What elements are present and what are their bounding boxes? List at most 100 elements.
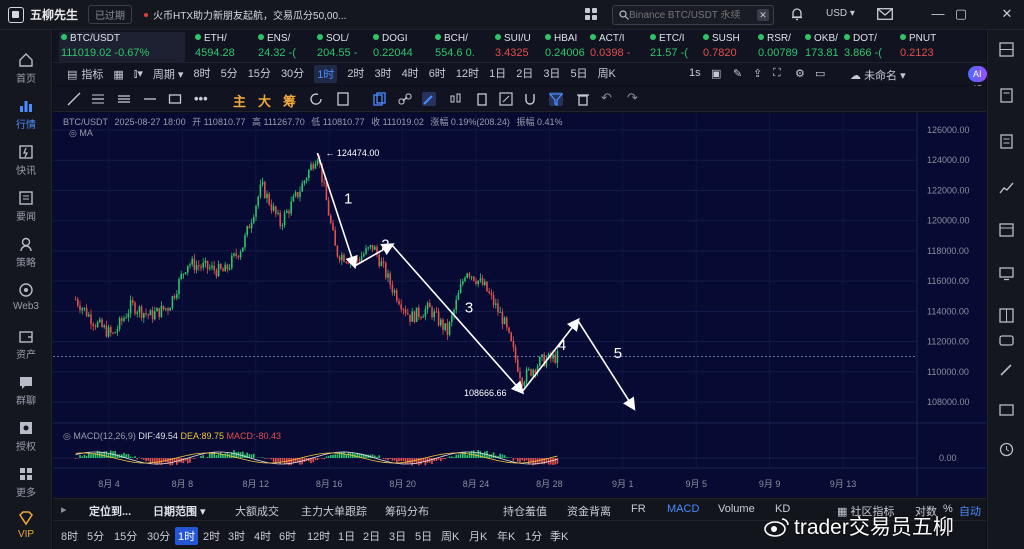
horizontal-ray-icon[interactable] xyxy=(91,92,105,106)
period-4[interactable]: 1时 xyxy=(314,65,338,83)
undo-icon[interactable]: ↶ xyxy=(601,90,612,106)
sidebar-item-strategy[interactable]: 策略 xyxy=(0,230,52,276)
ma-indicator-label[interactable]: ◎ MA xyxy=(69,128,93,139)
apps-grid-icon[interactable] xyxy=(585,8,597,20)
pencil-icon[interactable]: ✎ xyxy=(733,67,742,80)
sidebar-item-home[interactable]: 首页 xyxy=(0,46,52,92)
locate-button[interactable]: 定位到... xyxy=(89,503,131,519)
period-12[interactable]: 3日 xyxy=(543,65,560,83)
clipboard-icon[interactable] xyxy=(475,92,489,106)
monitor-icon[interactable] xyxy=(999,266,1014,281)
sidebar-item-web3[interactable]: Web3 xyxy=(0,276,52,322)
period-9[interactable]: 12时 xyxy=(456,65,479,83)
macd-indicator-label[interactable]: ◎ MACD(12,26,9) DIF:49.54 DEA:89.75 MACD… xyxy=(63,431,281,442)
brush-icon[interactable] xyxy=(422,92,436,106)
bottom-period-6[interactable]: 3时 xyxy=(228,528,245,544)
bottom-period-13[interactable]: 5日 xyxy=(415,528,432,544)
redo-icon[interactable]: ↷ xyxy=(627,90,638,106)
ticker-item[interactable]: PNUT 0.2123 xyxy=(898,32,956,62)
sidebar-item-market[interactable]: 行情 xyxy=(0,92,52,138)
big-order-button[interactable]: 大 xyxy=(258,91,271,110)
period-8[interactable]: 6时 xyxy=(429,65,446,83)
bottom-period-16[interactable]: 年K xyxy=(497,528,515,544)
magnet-icon[interactable] xyxy=(523,92,537,106)
indicator-tab-2[interactable]: 筹码分布 xyxy=(385,503,429,519)
ticker-item[interactable]: DOGI 0.22044 xyxy=(371,32,429,62)
main-force-button[interactable]: 主 xyxy=(233,91,246,110)
clock-icon[interactable] xyxy=(999,442,1014,457)
bottom-period-14[interactable]: 周K xyxy=(441,528,459,544)
period-5[interactable]: 2时 xyxy=(347,65,364,83)
period-dropdown[interactable]: 周期 ▾ xyxy=(153,66,184,82)
share-icon[interactable]: ⇪ xyxy=(753,67,762,80)
fullscreen-icon[interactable]: ⛶ xyxy=(773,67,781,80)
save-icon[interactable]: ▭ xyxy=(815,67,825,80)
bottom-period-11[interactable]: 2日 xyxy=(363,528,380,544)
parallel-lines-icon[interactable] xyxy=(117,92,131,106)
ticker-item[interactable]: BTC/USDT 111019.02 -0.67% xyxy=(59,32,185,62)
bottom-period-7[interactable]: 4时 xyxy=(254,528,271,544)
sidebar-item-more[interactable]: 更多 xyxy=(0,460,52,506)
layout-icon[interactable] xyxy=(999,42,1014,57)
sidebar-item-flash[interactable]: 快讯 xyxy=(0,138,52,184)
search-box[interactable]: ✕ xyxy=(612,5,774,25)
bottom-period-17[interactable]: 1分 xyxy=(525,528,542,544)
ticker-item[interactable]: SUSH 0.7820 xyxy=(701,32,759,62)
filter-icon[interactable] xyxy=(549,92,563,106)
grid-panel-icon[interactable] xyxy=(999,308,1014,323)
ai-interpret-button[interactable]: AI解读 xyxy=(968,66,987,111)
currency-select[interactable]: USD ▾ xyxy=(826,8,855,19)
bottom-period-3[interactable]: 30分 xyxy=(147,528,170,544)
calendar-icon[interactable] xyxy=(999,222,1014,237)
bell-icon[interactable] xyxy=(790,7,804,21)
copy-icon[interactable] xyxy=(373,92,387,106)
layout-dropdown[interactable]: ☁ 未命名 ▾ xyxy=(850,67,906,83)
period-1s[interactable]: 1s xyxy=(689,67,701,79)
indicator-button[interactable]: 指标 xyxy=(81,66,103,82)
wallet-panel-icon[interactable] xyxy=(999,402,1014,417)
more-tools-icon[interactable]: ••• xyxy=(194,91,208,106)
ticker-item[interactable]: DOT/3.866 -( xyxy=(842,32,900,62)
horizontal-line-icon[interactable] xyxy=(143,92,157,106)
period-3[interactable]: 30分 xyxy=(281,65,304,83)
list-icon[interactable] xyxy=(999,134,1014,149)
candle-type-icon[interactable]: ⫾▾ xyxy=(134,67,143,81)
bottom-period-0[interactable]: 8时 xyxy=(61,528,78,544)
ticker-item[interactable]: ETC/I 21.57 -( xyxy=(648,32,706,62)
ticker-item[interactable]: ENS/24.32 -( xyxy=(256,32,314,62)
indicator-tab-4[interactable]: 资金背离 xyxy=(567,503,611,519)
sidebar-item-assets[interactable]: 资产 xyxy=(0,322,52,368)
news-ticker[interactable]: 火币HTX助力新朋友起航，交易瓜分50,00... xyxy=(153,7,346,22)
indicator-tab-5[interactable]: FR xyxy=(631,503,646,515)
bottom-period-10[interactable]: 1日 xyxy=(338,528,355,544)
indicator-tab-0[interactable]: 大额成交 xyxy=(235,503,279,519)
period-7[interactable]: 4时 xyxy=(402,65,419,83)
period-14[interactable]: 周K xyxy=(598,65,616,83)
link-icon[interactable] xyxy=(398,92,412,106)
period-6[interactable]: 3时 xyxy=(374,65,391,83)
minimize-button[interactable]: — xyxy=(929,5,947,23)
settings-icon[interactable]: ⚙ xyxy=(795,67,805,80)
bottom-period-15[interactable]: 月K xyxy=(469,528,487,544)
close-button[interactable]: ✕ xyxy=(998,5,1016,23)
period-13[interactable]: 5日 xyxy=(570,65,587,83)
search-input[interactable] xyxy=(629,9,757,21)
camera-icon[interactable]: ▣ xyxy=(711,67,721,80)
period-2[interactable]: 15分 xyxy=(248,65,271,83)
locate-icon[interactable]: ▸ xyxy=(61,503,67,516)
document-icon[interactable] xyxy=(999,88,1014,103)
indicator-icon[interactable]: ▤ xyxy=(67,68,77,81)
maximize-button[interactable]: ▢ xyxy=(952,5,970,23)
indicator-tab-8[interactable]: KD xyxy=(775,503,790,515)
trend-line-icon[interactable] xyxy=(67,92,81,106)
trend-icon[interactable] xyxy=(999,180,1014,195)
period-11[interactable]: 2日 xyxy=(516,65,533,83)
bottom-period-2[interactable]: 15分 xyxy=(114,528,137,544)
sidebar-item-vip[interactable]: VIP xyxy=(0,504,52,549)
indicator-tab-6[interactable]: MACD xyxy=(667,503,699,515)
bottom-period-8[interactable]: 6时 xyxy=(279,528,296,544)
search-clear-icon[interactable]: ✕ xyxy=(757,9,769,21)
ticker-item[interactable]: SOL/204.55 - xyxy=(315,32,373,62)
indicator-tab-1[interactable]: 主力大单跟踪 xyxy=(301,503,367,519)
period-1[interactable]: 5分 xyxy=(221,65,238,83)
